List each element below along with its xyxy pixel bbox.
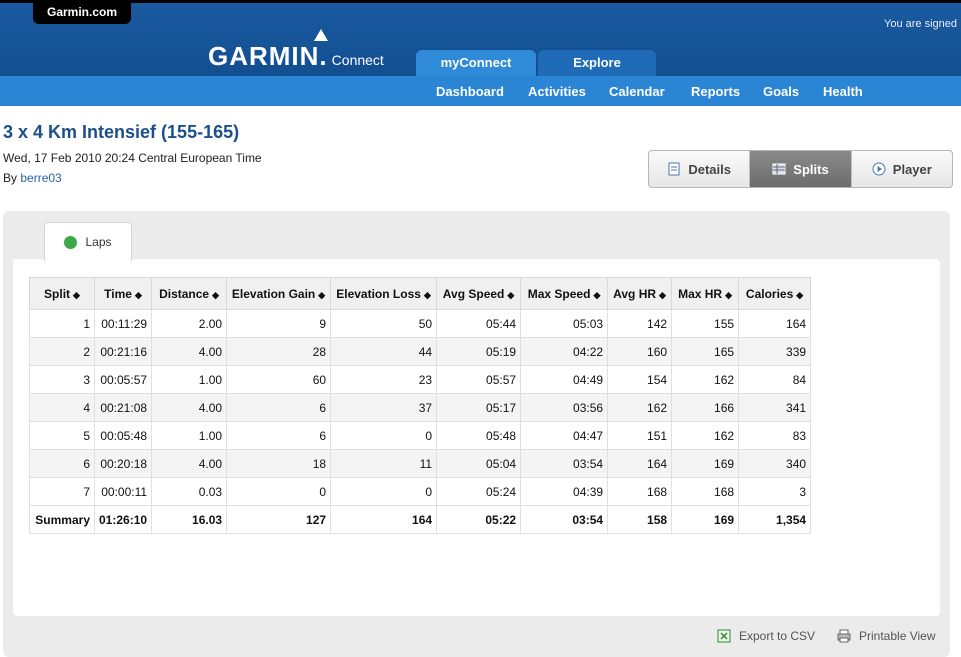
nav-activities[interactable]: Activities bbox=[528, 84, 586, 99]
garmin-triangle-icon bbox=[314, 29, 328, 41]
garmin-com-link[interactable]: Garmin.com bbox=[33, 3, 131, 24]
export-csv-link[interactable]: Export to CSV bbox=[717, 629, 815, 643]
main-nav: Dashboard Activities Calendar Reports Go… bbox=[0, 76, 961, 106]
view-switcher: Details Splits Player bbox=[648, 150, 953, 188]
nav-goals[interactable]: Goals bbox=[763, 84, 799, 99]
table-row: 1 00:11:29 2.00 9 50 05:44 05:03 142 155 164 bbox=[29, 309, 812, 338]
printer-icon bbox=[837, 629, 851, 643]
activity-author: By berre03 bbox=[3, 171, 62, 185]
logo-sub: Connect bbox=[331, 52, 384, 68]
signed-in-text: You are signed bbox=[884, 18, 957, 30]
nav-health[interactable]: Health bbox=[823, 84, 863, 99]
author-link[interactable]: berre03 bbox=[20, 171, 61, 185]
col-avg-speed[interactable]: Avg Speed ◆ bbox=[436, 277, 522, 310]
garmin-connect-logo[interactable]: GARMIN. Connect bbox=[208, 29, 384, 72]
site-header: Garmin.com You are signed GARMIN. Connect… bbox=[0, 0, 961, 106]
splits-label: Splits bbox=[793, 161, 829, 177]
play-icon bbox=[872, 162, 886, 176]
col-calories[interactable]: Calories ◆ bbox=[738, 277, 812, 310]
splits-table: Split ◆ Time ◆ Distance ◆ Elevation Gain ◆ E… bbox=[29, 277, 812, 534]
player-label: Player bbox=[892, 161, 932, 177]
document-icon bbox=[668, 162, 680, 176]
by-label: By bbox=[3, 171, 18, 185]
col-elevation-loss[interactable]: Elevation Loss ◆ bbox=[330, 277, 438, 310]
activity-datetime: Wed, 17 Feb 2010 20:24 Central European … bbox=[3, 151, 262, 165]
col-elevation-gain[interactable]: Elevation Gain ◆ bbox=[226, 277, 332, 310]
tab-explore[interactable]: Explore bbox=[538, 50, 656, 76]
nav-dashboard[interactable]: Dashboard bbox=[436, 84, 504, 99]
table-row: 6 00:20:18 4.00 18 11 05:04 03:54 164 169 340 bbox=[29, 449, 812, 478]
activity-title: 3 x 4 Km Intensief (155-165) bbox=[3, 122, 240, 142]
laps-label: Laps bbox=[85, 235, 112, 249]
col-split[interactable]: Split ◆ bbox=[29, 277, 95, 310]
table-row: 2 00:21:16 4.00 28 44 05:19 04:22 160 165 339 bbox=[29, 337, 812, 366]
nav-calendar[interactable]: Calendar bbox=[609, 84, 665, 99]
table-row: 7 00:00:11 0.03 0 0 05:24 04:39 168 168 3 bbox=[29, 477, 812, 506]
table-row: 3 00:05:57 1.00 60 23 05:57 04:49 154 162 84 bbox=[29, 365, 812, 394]
table-header-row: Split ◆ Time ◆ Distance ◆ Elevation Gain ◆ E… bbox=[29, 277, 812, 310]
summary-row: Summary 01:26:10 16.03 127 164 05:22 03:54 158 1… bbox=[29, 505, 812, 534]
table-row: 4 00:21:08 4.00 6 37 05:17 03:56 162 166 341 bbox=[29, 393, 812, 422]
tab-myconnect[interactable]: myConnect bbox=[416, 50, 536, 76]
col-time[interactable]: Time ◆ bbox=[93, 277, 153, 310]
logo-main: GARMIN. bbox=[208, 41, 328, 71]
printable-view-link[interactable]: Printable View bbox=[837, 629, 936, 643]
splits-button[interactable]: Splits bbox=[750, 151, 852, 187]
col-max-hr[interactable]: Max HR ◆ bbox=[671, 277, 740, 310]
table-row: 5 00:05:48 1.00 6 0 05:48 04:47 151 162 83 bbox=[29, 421, 812, 450]
nav-reports[interactable]: Reports bbox=[691, 84, 740, 99]
col-distance[interactable]: Distance ◆ bbox=[151, 277, 228, 310]
col-avg-hr[interactable]: Avg HR ◆ bbox=[607, 277, 673, 310]
details-label: Details bbox=[688, 161, 731, 177]
excel-icon bbox=[717, 629, 731, 643]
details-button[interactable]: Details bbox=[649, 151, 751, 187]
refresh-icon bbox=[64, 235, 78, 249]
tab-laps[interactable]: Laps bbox=[44, 222, 132, 261]
player-button[interactable]: Player bbox=[852, 151, 952, 187]
table-icon bbox=[772, 163, 786, 175]
col-max-speed[interactable]: Max Speed ◆ bbox=[520, 277, 609, 310]
